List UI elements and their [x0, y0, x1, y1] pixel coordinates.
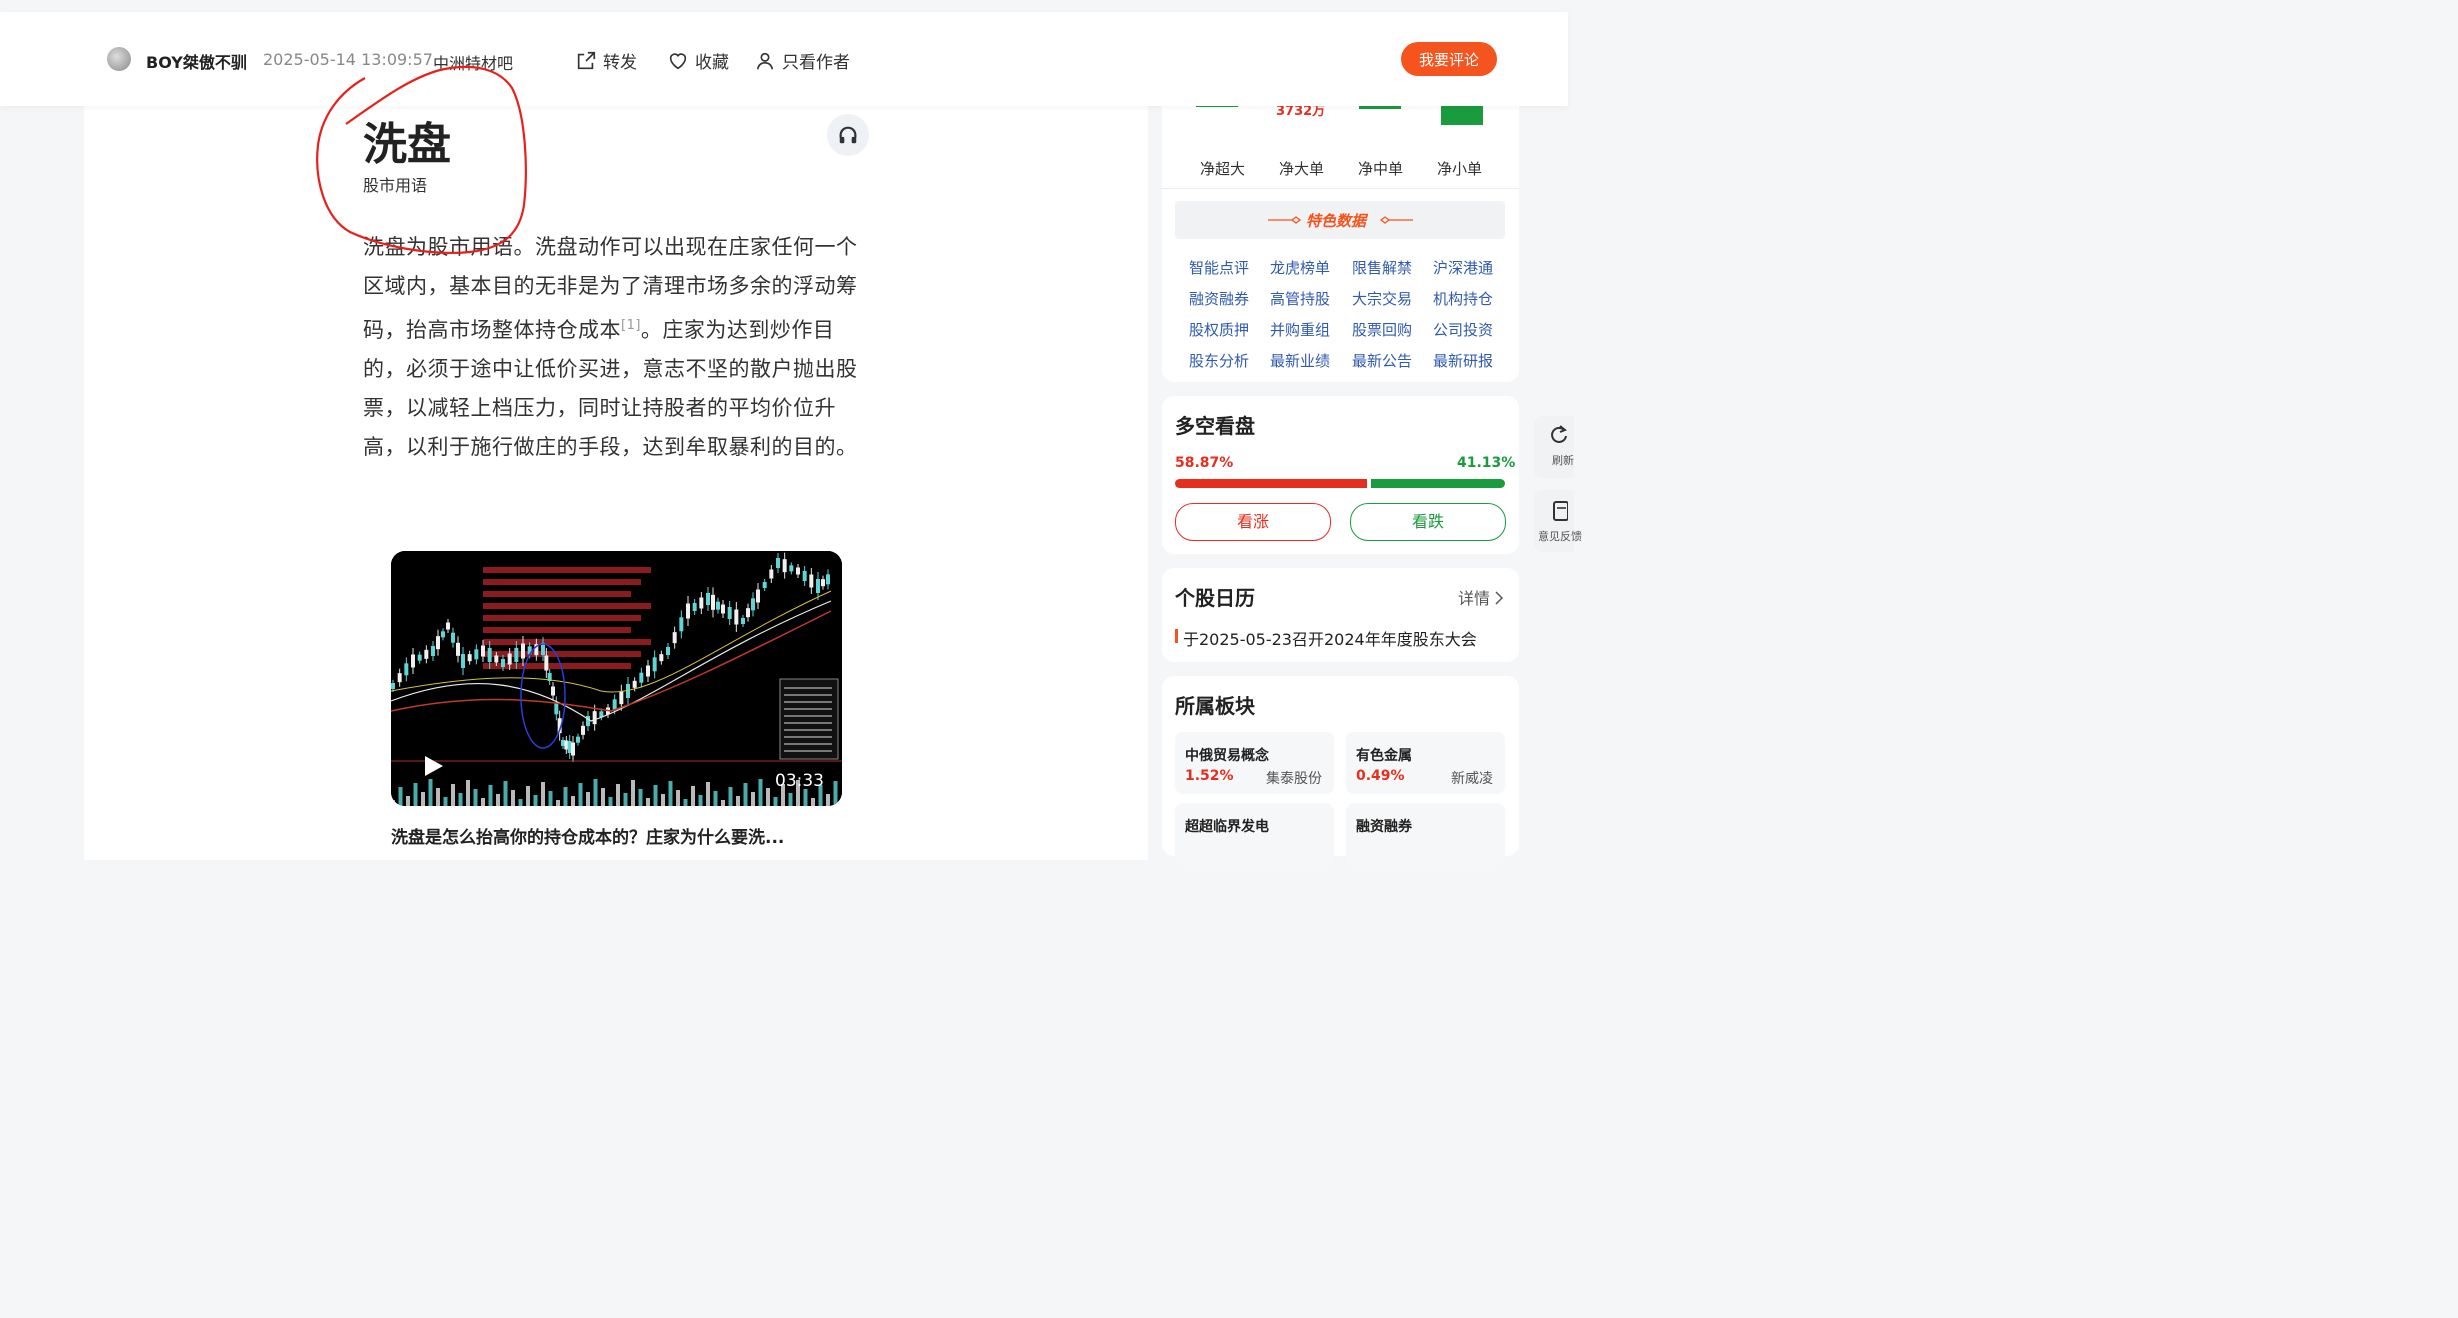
sector-percent: 0.49% — [1356, 768, 1405, 784]
calendar-more-link[interactable]: 详情 — [1458, 585, 1504, 609]
sectors-title: 所属板块 — [1175, 694, 1255, 718]
share-icon — [577, 51, 596, 69]
article-paragraph: 洗盘为股市用语。洗盘动作可以出现在庄家任何一个区域内，基本目的无非是为了清理市场… — [363, 228, 873, 467]
heart-icon — [669, 52, 687, 69]
feature-link[interactable]: 智能点评 — [1189, 257, 1249, 278]
calendar-more-label: 详情 — [1458, 589, 1491, 608]
audio-button[interactable] — [827, 114, 869, 156]
feedback-icon — [1553, 501, 1568, 521]
long-short-title: 多空看盘 — [1175, 414, 1255, 438]
feature-link[interactable]: 最新业绩 — [1270, 350, 1330, 371]
feature-link[interactable]: 机构持仓 — [1433, 288, 1493, 309]
author-only-button[interactable]: 只看作者 — [754, 48, 850, 73]
post-time: 2025-05-14 13:09:57 — [263, 50, 433, 69]
post-header: BOY桀傲不驯 2025-05-14 13:09:57 中洲特材吧 转发 收藏 … — [0, 12, 1568, 106]
citation-link[interactable]: [1] — [621, 318, 641, 333]
favorite-label: 收藏 — [695, 53, 729, 73]
flow-label-small: 净小单 — [1437, 160, 1483, 178]
bear-bar — [1371, 479, 1505, 488]
favorite-button[interactable]: 收藏 — [667, 48, 729, 73]
refresh-icon — [1551, 425, 1567, 443]
bull-bar — [1175, 479, 1367, 488]
calendar-title: 个股日历 — [1175, 586, 1255, 610]
feature-link[interactable]: 股东分析 — [1189, 350, 1249, 371]
features-title: 特色数据 — [1306, 212, 1367, 230]
term-category: 股市用语 — [363, 176, 428, 195]
feature-link[interactable]: 龙虎榜单 — [1270, 257, 1330, 278]
video-thumbnail — [391, 551, 842, 806]
feature-link[interactable]: 大宗交易 — [1352, 288, 1412, 309]
avatar[interactable] — [107, 47, 131, 71]
feature-link[interactable]: 股票回购 — [1352, 319, 1412, 340]
sector-lead-stock[interactable]: 集泰股份 — [1266, 768, 1322, 788]
feature-link[interactable]: 限售解禁 — [1352, 257, 1412, 278]
author-name[interactable]: BOY桀傲不驯 — [146, 49, 247, 73]
top-strip — [0, 0, 1568, 12]
author-only-label: 只看作者 — [782, 53, 850, 73]
refresh-label: 刷新 — [1552, 454, 1574, 467]
bull-button[interactable]: 看涨 — [1175, 503, 1331, 541]
sector-name: 中俄贸易概念 — [1185, 748, 1269, 764]
feature-link[interactable]: 融资融券 — [1189, 288, 1249, 309]
video-player[interactable] — [391, 551, 842, 806]
share-button[interactable]: 转发 — [575, 48, 637, 73]
video-title[interactable]: 洗盘是怎么抬高你的持仓成本的？庄家为什么要洗... — [391, 823, 784, 848]
term-title: 洗盘 — [363, 119, 451, 170]
feature-link[interactable]: 公司投资 — [1433, 319, 1493, 340]
feature-link[interactable]: 高管持股 — [1270, 288, 1330, 309]
feature-link[interactable]: 并购重组 — [1270, 319, 1330, 340]
ornament-right-icon — [1379, 216, 1413, 224]
feature-link[interactable]: 股权质押 — [1189, 319, 1249, 340]
bear-button[interactable]: 看跌 — [1350, 503, 1506, 541]
headphones-icon — [839, 126, 857, 144]
feature-link[interactable]: 最新公告 — [1352, 350, 1412, 371]
video-duration: 03:33 — [775, 771, 824, 791]
feature-link[interactable]: 沪深港通 — [1433, 257, 1493, 278]
feature-link[interactable]: 最新研报 — [1433, 350, 1493, 371]
share-label: 转发 — [603, 53, 637, 73]
bar-link[interactable]: 中洲特材吧 — [433, 50, 513, 74]
user-icon — [756, 52, 774, 69]
sector-name: 超超临界发电 — [1185, 819, 1269, 835]
flow-bar-small — [1441, 104, 1483, 125]
sector-lead-stock[interactable]: 新威凌 — [1451, 768, 1493, 788]
feedback-label: 意见反馈 — [1538, 530, 1582, 543]
flow-label-large: 净大单 — [1279, 160, 1325, 178]
divider — [1162, 188, 1519, 189]
sector-percent: 1.52% — [1185, 768, 1234, 784]
ornament-left-icon — [1268, 216, 1302, 224]
flow-label-super: 净超大 — [1200, 160, 1246, 178]
chevron-right-icon — [1495, 591, 1504, 605]
sector-name: 有色金属 — [1356, 748, 1412, 764]
play-icon[interactable] — [420, 753, 446, 779]
calendar-marker — [1175, 629, 1178, 643]
sector-name: 融资融券 — [1356, 819, 1412, 835]
flow-label-medium: 净中单 — [1358, 160, 1404, 178]
comment-button[interactable]: 我要评论 — [1401, 42, 1497, 76]
bull-percent: 58.87% — [1175, 455, 1234, 471]
bear-percent: 41.13% — [1457, 455, 1516, 471]
calendar-item[interactable]: 于2025-05-23召开2024年年度股东大会 — [1183, 626, 1477, 650]
